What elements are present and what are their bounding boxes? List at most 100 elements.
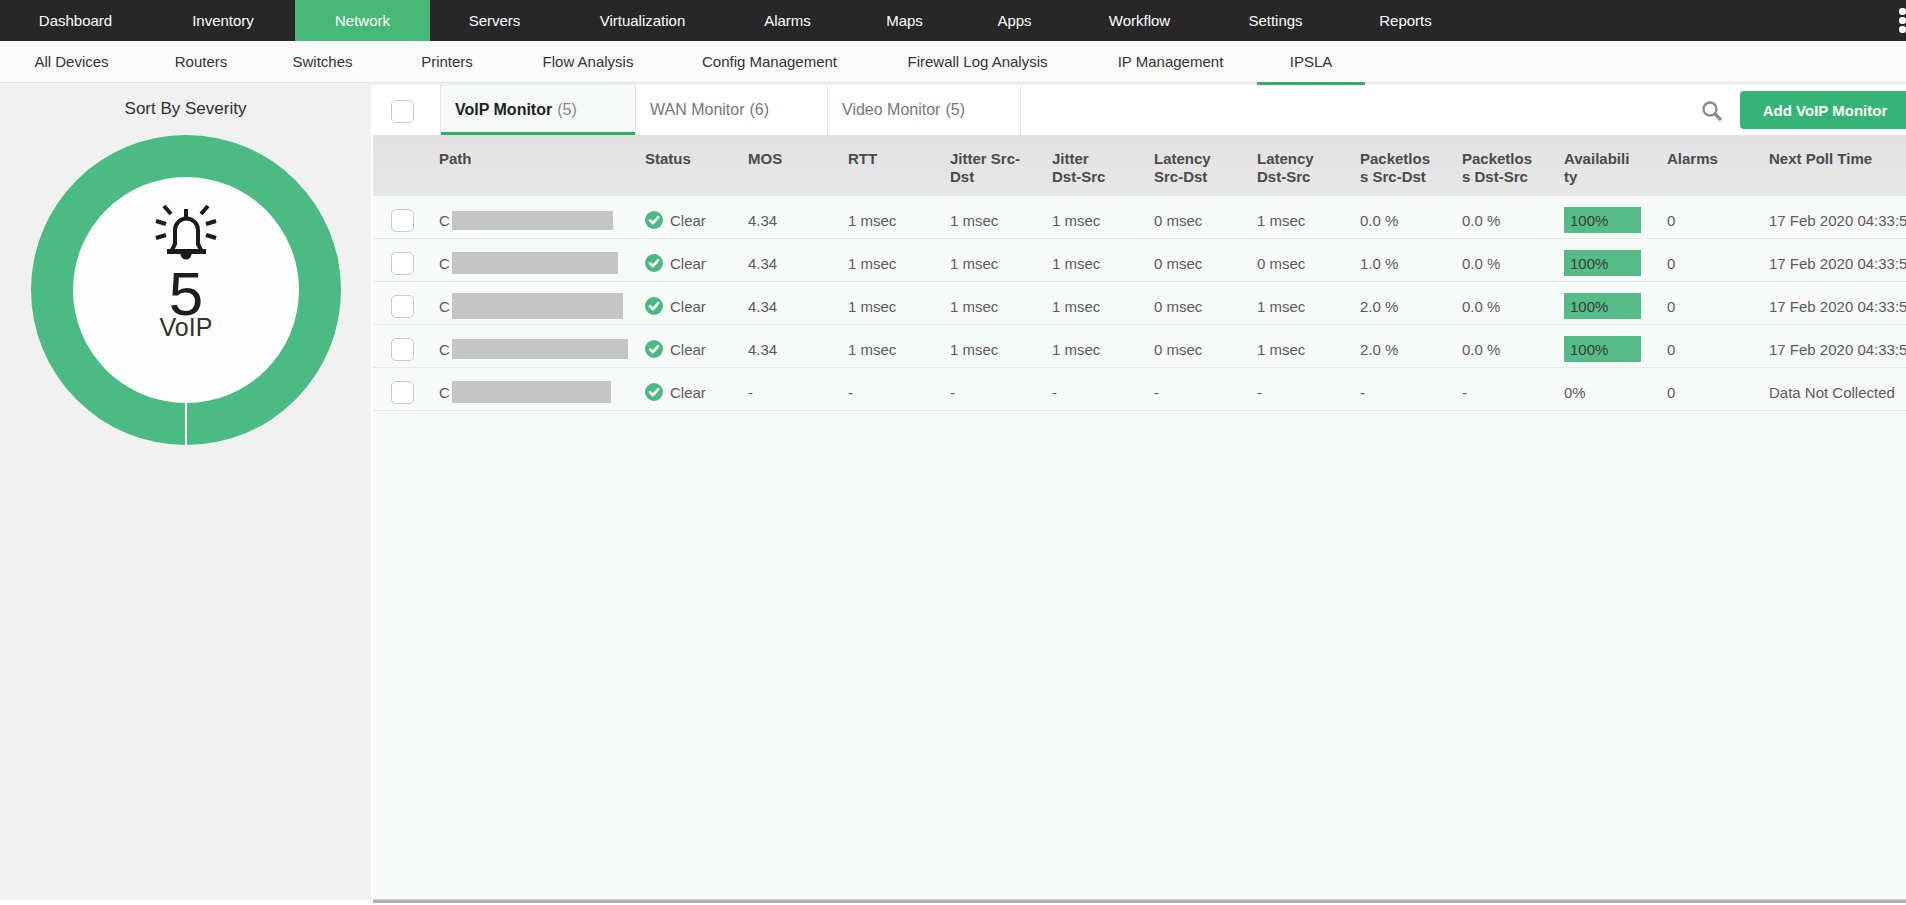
cell-mos: - (748, 371, 753, 413)
topnav-item-reports[interactable]: Reports (1341, 0, 1470, 41)
cell-jds: 1 msec (1052, 285, 1100, 327)
cell-psd: 2.0 % (1360, 285, 1398, 327)
cell-psd: 0.0 % (1360, 199, 1398, 241)
column-header-lds[interactable]: Latency Dst-Src (1257, 150, 1314, 186)
availability-bar: 100% (1564, 336, 1641, 362)
row-checkbox[interactable] (391, 338, 414, 361)
cell-lds: - (1257, 371, 1262, 413)
column-header-mos[interactable]: MOS (748, 150, 782, 168)
redacted-path (452, 252, 618, 274)
tab-wan-monitor[interactable]: WAN Monitor(6) (635, 85, 827, 135)
cell-status: Clear (645, 199, 706, 241)
subnav-item-routers[interactable]: Routers (143, 41, 259, 82)
cell-path[interactable]: C (439, 328, 628, 370)
cell-lsd: 0 msec (1154, 328, 1202, 370)
subnav-item-ipsla[interactable]: IPSLA (1257, 41, 1365, 82)
tab-label: Video Monitor (842, 101, 940, 119)
tab-label: VoIP Monitor (455, 101, 552, 119)
column-header-lsd[interactable]: Latency Src-Dst (1154, 150, 1211, 186)
row-checkbox[interactable] (391, 252, 414, 275)
cell-lds: 0 msec (1257, 242, 1305, 284)
topnav-item-virtualization[interactable]: Virtualization (559, 0, 726, 41)
cell-lsd: 0 msec (1154, 242, 1202, 284)
column-header-avail[interactable]: Availabili ty (1564, 150, 1629, 186)
horizontal-scrollbar[interactable] (373, 899, 1906, 903)
subnav-item-switches[interactable]: Switches (259, 41, 386, 82)
cell-mos: 4.34 (748, 199, 777, 241)
topnav-item-settings[interactable]: Settings (1210, 0, 1341, 41)
table-row[interactable]: CClear4.341 msec1 msec1 msec0 msec0 msec… (373, 239, 1906, 282)
column-header-path[interactable]: Path (439, 150, 472, 168)
cell-next-poll-time: Data Not Collected (1769, 371, 1895, 413)
subnav-item-ip-management[interactable]: IP Management (1084, 41, 1257, 82)
subnav-item-config-management[interactable]: Config Management (668, 41, 871, 82)
topnav-item-servers[interactable]: Servers (430, 0, 559, 41)
cell-jds: 1 msec (1052, 328, 1100, 370)
cell-lsd: 0 msec (1154, 199, 1202, 241)
column-header-status[interactable]: Status (645, 150, 691, 168)
select-all-checkbox[interactable] (391, 100, 414, 123)
search-icon[interactable] (1700, 99, 1724, 123)
column-header-pds[interactable]: Packetlos s Dst-Src (1462, 150, 1532, 186)
subnav-item-printers[interactable]: Printers (386, 41, 508, 82)
path-text: C (439, 255, 450, 272)
table-row[interactable]: CClear4.341 msec1 msec1 msec0 msec1 msec… (373, 282, 1906, 325)
cell-rtt: 1 msec (848, 242, 896, 284)
cell-path[interactable]: C (439, 199, 613, 241)
topnav-item-network[interactable]: Network (295, 0, 430, 41)
tab-count: (6) (750, 101, 770, 119)
tab-voip-monitor[interactable]: VoIP Monitor(5) (440, 85, 635, 135)
topnav-item-inventory[interactable]: Inventory (151, 0, 295, 41)
table-body: CClear4.341 msec1 msec1 msec0 msec1 msec… (373, 196, 1906, 411)
subnav-item-firewall-log-analysis[interactable]: Firewall Log Analysis (871, 41, 1084, 82)
cell-next-poll-time: 17 Feb 2020 04:33:5 (1769, 285, 1906, 327)
tab-video-monitor[interactable]: Video Monitor(5) (827, 85, 1021, 135)
cell-lds: 1 msec (1257, 328, 1305, 370)
cell-next-poll-time: 17 Feb 2020 04:33:5 (1769, 328, 1906, 370)
cell-availability: 100% (1564, 242, 1641, 284)
cell-availability: 100% (1564, 199, 1641, 241)
status-text: Clear (670, 384, 706, 401)
table-row[interactable]: CClear4.341 msec1 msec1 msec0 msec1 msec… (373, 196, 1906, 239)
topnav-item-alarms[interactable]: Alarms (726, 0, 849, 41)
topnav-item-maps[interactable]: Maps (849, 0, 960, 41)
donut-slice-divider (185, 401, 187, 445)
add-voip-monitor-button[interactable]: Add VoIP Monitor (1740, 91, 1906, 129)
cell-path[interactable]: C (439, 285, 623, 327)
column-header-jds[interactable]: Jitter Dst-Src (1052, 150, 1105, 186)
kebab-menu-icon[interactable] (1892, 8, 1906, 38)
cell-status: Clear (645, 242, 706, 284)
column-header-alarms[interactable]: Alarms (1667, 150, 1718, 168)
cell-next-poll-time: 17 Feb 2020 04:33:5 (1769, 199, 1906, 241)
table-row[interactable]: CClear4.341 msec1 msec1 msec0 msec1 msec… (373, 325, 1906, 368)
redacted-path (452, 339, 628, 359)
cell-path[interactable]: C (439, 371, 611, 413)
column-header-psd[interactable]: Packetlos s Src-Dst (1360, 150, 1430, 186)
cell-jds: 1 msec (1052, 242, 1100, 284)
severity-donut-chart[interactable]: 5 VoIP (31, 135, 341, 445)
cell-pds: 0.0 % (1462, 242, 1500, 284)
subnav-item-flow-analysis[interactable]: Flow Analysis (508, 41, 668, 82)
status-clear-icon (645, 383, 663, 401)
cell-next-poll-time: 17 Feb 2020 04:33:5 (1769, 242, 1906, 284)
severity-label: VoIP (160, 313, 213, 342)
availability-bar: 100% (1564, 250, 1641, 276)
subnav-item-all-devices[interactable]: All Devices (0, 41, 143, 82)
cell-rtt: 1 msec (848, 285, 896, 327)
cell-mos: 4.34 (748, 285, 777, 327)
table-row[interactable]: CClear--------0%0Data Not Collected (373, 368, 1906, 411)
topnav-item-apps[interactable]: Apps (960, 0, 1069, 41)
row-checkbox[interactable] (391, 295, 414, 318)
cell-rtt: 1 msec (848, 328, 896, 370)
column-header-jsd[interactable]: Jitter Src- Dst (950, 150, 1020, 186)
topnav-item-dashboard[interactable]: Dashboard (0, 0, 151, 41)
column-header-next[interactable]: Next Poll Time (1769, 150, 1872, 168)
cell-jds: - (1052, 371, 1057, 413)
row-checkbox[interactable] (391, 209, 414, 232)
row-checkbox[interactable] (391, 381, 414, 404)
status-clear-icon (645, 297, 663, 315)
cell-path[interactable]: C (439, 242, 618, 284)
top-navigation: DashboardInventoryNetworkServersVirtuali… (0, 0, 1906, 41)
topnav-item-workflow[interactable]: Workflow (1069, 0, 1210, 41)
column-header-rtt[interactable]: RTT (848, 150, 877, 168)
